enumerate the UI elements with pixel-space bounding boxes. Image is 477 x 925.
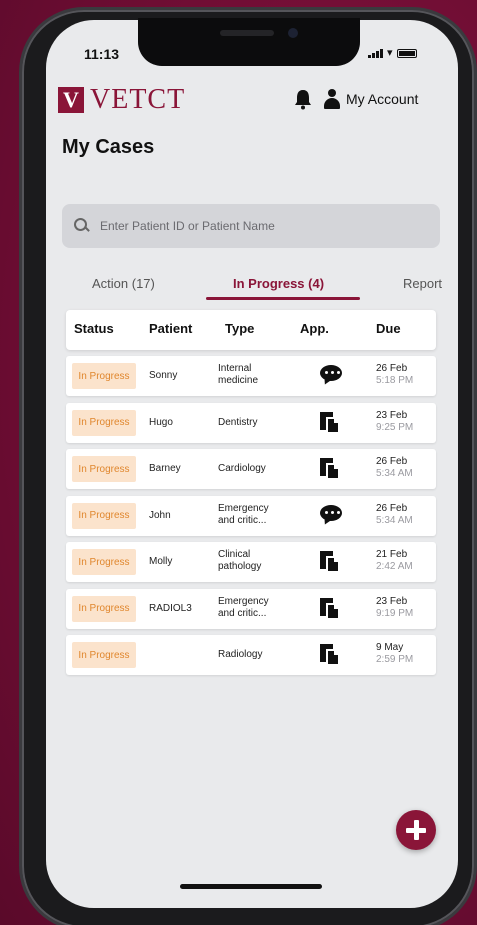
case-type: Emergency and critic... xyxy=(218,502,269,526)
front-camera xyxy=(288,28,298,38)
table-header: Status Patient Type App. Due xyxy=(66,310,436,350)
due-cell: 23 Feb 9:19 PM xyxy=(376,596,413,620)
speaker-grille xyxy=(220,30,274,36)
due-time: 5:34 AM xyxy=(376,514,413,526)
due-time: 2:42 AM xyxy=(376,561,413,572)
patient-name: Hugo xyxy=(149,416,173,428)
due-cell: 21 Feb 2:42 AM xyxy=(376,549,413,573)
due-cell: 9 May 2:59 PM xyxy=(376,642,413,666)
header-due[interactable]: Due xyxy=(376,321,401,336)
table-row[interactable]: In Progress Barney Cardiology 26 Feb 5:34… xyxy=(66,449,436,489)
case-type: Internal medicine xyxy=(218,363,259,386)
case-type: Emergency and critic... xyxy=(218,595,269,619)
page-title: My Cases xyxy=(62,136,155,158)
account-label: My Account xyxy=(346,91,419,107)
patient-name: Barney xyxy=(149,463,181,474)
app-document-button[interactable] xyxy=(320,644,344,666)
active-tab-indicator xyxy=(206,297,360,300)
due-time: 9:25 PM xyxy=(376,421,414,433)
table-row[interactable]: In Progress Molly Clinical pathology 21 … xyxy=(66,542,436,582)
header-type[interactable]: Type xyxy=(225,321,254,336)
patient-name: RADIOL3 xyxy=(149,602,192,614)
due-time: 2:59 PM xyxy=(376,654,414,665)
tab-in-progress[interactable]: In Progress (4) xyxy=(233,276,324,291)
logo-mark: V xyxy=(58,87,84,113)
table-row[interactable]: In Progress Hugo Dentistry 23 Feb 9:25 PM xyxy=(66,402,436,443)
my-account-button[interactable]: My Account xyxy=(324,89,418,109)
due-cell: 26 Feb 5:18 PM xyxy=(376,363,413,387)
header-patient[interactable]: Patient xyxy=(149,321,192,336)
status-badge: In Progress xyxy=(72,363,136,389)
status-badge: In Progress xyxy=(72,642,136,668)
status-badge: In Progress xyxy=(72,502,136,529)
app-chat-button[interactable] xyxy=(320,365,344,387)
signal-icon xyxy=(368,49,383,58)
search-input[interactable] xyxy=(100,219,420,233)
due-date: 23 Feb xyxy=(376,409,408,421)
app-logo: V VETCT xyxy=(58,84,185,116)
table-row[interactable]: In Progress RADIOL3 Emergency and critic… xyxy=(66,588,436,629)
app-document-button[interactable] xyxy=(320,411,344,434)
due-date: 9 May xyxy=(376,642,404,653)
due-time: 5:34 AM xyxy=(376,468,413,479)
table-row[interactable]: In Progress Sonny Internal medicine 26 F… xyxy=(66,356,436,396)
status-badge: In Progress xyxy=(72,549,136,575)
due-date: 21 Feb xyxy=(376,549,408,560)
status-badge: In Progress xyxy=(72,456,136,482)
app-document-button[interactable] xyxy=(320,597,344,620)
tab-report[interactable]: Report xyxy=(403,276,442,291)
table-row[interactable]: In Progress John Emergency and critic...… xyxy=(66,495,436,536)
status-icons: ▾ xyxy=(368,47,417,59)
patient-name: Sonny xyxy=(149,370,178,381)
user-icon xyxy=(324,89,340,109)
app-document-button[interactable] xyxy=(320,458,344,480)
due-date: 26 Feb xyxy=(376,502,408,514)
tab-action[interactable]: Action (17) xyxy=(92,276,155,291)
header-app[interactable]: App. xyxy=(300,321,329,336)
patient-name: John xyxy=(149,509,171,521)
case-list: In Progress Sonny Internal medicine 26 F… xyxy=(66,356,436,682)
search-bar xyxy=(62,204,440,248)
add-case-button[interactable] xyxy=(396,810,436,850)
app-document-button[interactable] xyxy=(320,551,344,573)
due-date: 26 Feb xyxy=(376,363,408,374)
status-badge: In Progress xyxy=(72,595,136,622)
battery-icon xyxy=(396,49,417,58)
due-time: 5:18 PM xyxy=(376,375,414,386)
due-cell: 26 Feb 5:34 AM xyxy=(376,503,413,527)
wifi-icon: ▾ xyxy=(387,47,393,59)
due-cell: 23 Feb 9:25 PM xyxy=(376,410,413,434)
case-tabs: Action (17) In Progress (4) Report xyxy=(48,270,458,302)
due-date: 23 Feb xyxy=(376,595,408,607)
due-date: 26 Feb xyxy=(376,456,408,467)
case-type: Cardiology xyxy=(218,463,266,474)
case-type: Clinical pathology xyxy=(218,549,262,572)
phone-notch xyxy=(138,18,360,66)
table-row[interactable]: In Progress Radiology 9 May 2:59 PM xyxy=(66,635,436,675)
case-type: Radiology xyxy=(218,649,263,660)
header-actions: My Account xyxy=(292,88,418,110)
notifications-button[interactable] xyxy=(292,88,314,110)
case-type: Dentistry xyxy=(218,416,258,428)
search-icon xyxy=(74,218,90,234)
status-badge: In Progress xyxy=(72,409,136,436)
patient-name: Molly xyxy=(149,556,173,567)
status-time: 11:13 xyxy=(84,46,120,62)
due-time: 9:19 PM xyxy=(376,607,414,619)
bell-icon xyxy=(295,90,311,110)
due-cell: 26 Feb 5:34 AM xyxy=(376,456,413,480)
app-chat-button[interactable] xyxy=(320,505,344,527)
home-indicator[interactable] xyxy=(180,884,322,889)
logo-text: VETCT xyxy=(90,84,186,115)
header-status[interactable]: Status xyxy=(74,321,114,336)
